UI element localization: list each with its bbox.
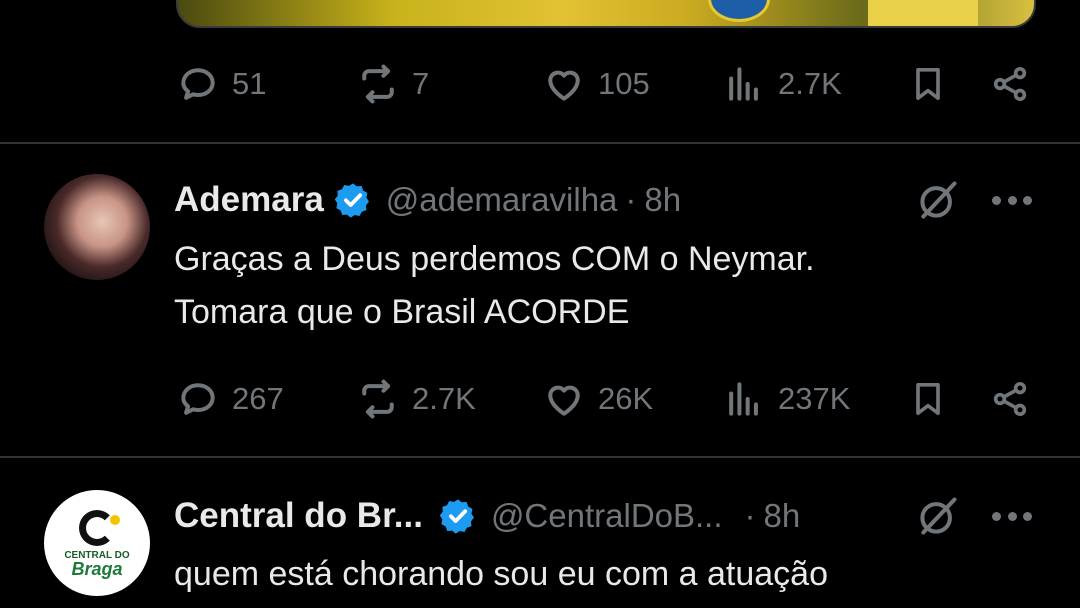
reply-button[interactable]: 51 bbox=[176, 54, 266, 114]
verified-badge-icon bbox=[439, 499, 474, 534]
grok-icon[interactable] bbox=[916, 494, 960, 538]
grok-icon[interactable] bbox=[916, 178, 960, 222]
avatar[interactable] bbox=[44, 174, 150, 280]
timestamp[interactable]: 8h bbox=[764, 497, 801, 535]
tweet-text-line: quem está chorando sou eu com a atuação bbox=[174, 555, 828, 593]
like-button[interactable]: 26K bbox=[542, 369, 653, 429]
timestamp[interactable]: 8h bbox=[644, 181, 681, 219]
more-icon[interactable] bbox=[992, 196, 1032, 208]
views-button[interactable]: 2.7K bbox=[722, 54, 842, 114]
user-handle[interactable]: @CentralDoB... bbox=[491, 497, 723, 535]
reply-icon bbox=[181, 383, 215, 415]
avatar[interactable]: CENTRAL DO Braga bbox=[44, 490, 150, 596]
share-icon bbox=[993, 382, 1027, 416]
tweet-divider bbox=[0, 456, 1080, 458]
bookmark-button[interactable] bbox=[908, 54, 948, 114]
reply-icon bbox=[181, 68, 215, 100]
views-count: 237K bbox=[778, 381, 851, 416]
bookmark-icon bbox=[916, 68, 940, 100]
user-handle[interactable]: @ademaravilha bbox=[386, 181, 618, 219]
more-icon[interactable] bbox=[992, 512, 1032, 524]
repost-button[interactable]: 7 bbox=[356, 54, 429, 114]
separator-dot: · bbox=[625, 181, 637, 218]
logo-text-big: Braga bbox=[71, 558, 123, 579]
like-button[interactable]: 105 bbox=[542, 54, 650, 114]
tweet-3-text: quem está chorando sou eu com a atuação bbox=[174, 548, 828, 601]
player-jersey bbox=[868, 0, 978, 26]
views-count: 2.7K bbox=[778, 66, 842, 101]
views-button[interactable]: 237K bbox=[722, 369, 850, 429]
logo-c-icon bbox=[79, 509, 120, 546]
share-button[interactable] bbox=[990, 54, 1030, 114]
repost-icon bbox=[362, 64, 394, 104]
repost-button[interactable]: 2.7K bbox=[356, 369, 476, 429]
repost-icon bbox=[362, 379, 394, 419]
share-icon bbox=[993, 67, 1027, 101]
views-icon bbox=[729, 67, 758, 101]
like-icon bbox=[548, 70, 580, 101]
tweet-2-header: Ademara @ademaravilha · 8h bbox=[174, 178, 681, 222]
tweet-1-action-bar: 51 7 105 2.7K bbox=[0, 54, 1080, 114]
bookmark-button[interactable] bbox=[908, 369, 948, 429]
tweet-3-header: Central do Br... @CentralDoB... · 8h bbox=[174, 494, 800, 538]
repost-count: 2.7K bbox=[412, 381, 476, 416]
like-icon bbox=[548, 385, 580, 416]
views-icon bbox=[729, 382, 758, 416]
tweet-text-line: Tomara que o Brasil ACORDE bbox=[174, 293, 630, 331]
repost-count: 7 bbox=[412, 66, 430, 101]
like-count: 105 bbox=[598, 66, 650, 101]
tweet-media-image[interactable] bbox=[176, 0, 1036, 28]
tweet-divider bbox=[0, 142, 1080, 144]
bookmark-icon bbox=[916, 383, 940, 415]
reply-count: 267 bbox=[232, 381, 284, 416]
share-button[interactable] bbox=[990, 369, 1030, 429]
display-name[interactable]: Central do Br... bbox=[174, 496, 423, 536]
like-count: 26K bbox=[598, 381, 654, 416]
tweet-2-action-bar: 267 2.7K 26K 237K bbox=[0, 369, 1080, 429]
tweet-2-text: Graças a Deus perdemos COM o Neymar. Tom… bbox=[174, 233, 815, 339]
tweet-text-line: Graças a Deus perdemos COM o Neymar. bbox=[174, 240, 815, 278]
reply-button[interactable]: 267 bbox=[176, 369, 284, 429]
team-crest bbox=[708, 0, 770, 22]
separator-dot: · bbox=[744, 497, 756, 534]
reply-count: 51 bbox=[232, 66, 267, 101]
verified-badge-icon bbox=[334, 183, 369, 218]
display-name[interactable]: Ademara bbox=[174, 180, 324, 220]
